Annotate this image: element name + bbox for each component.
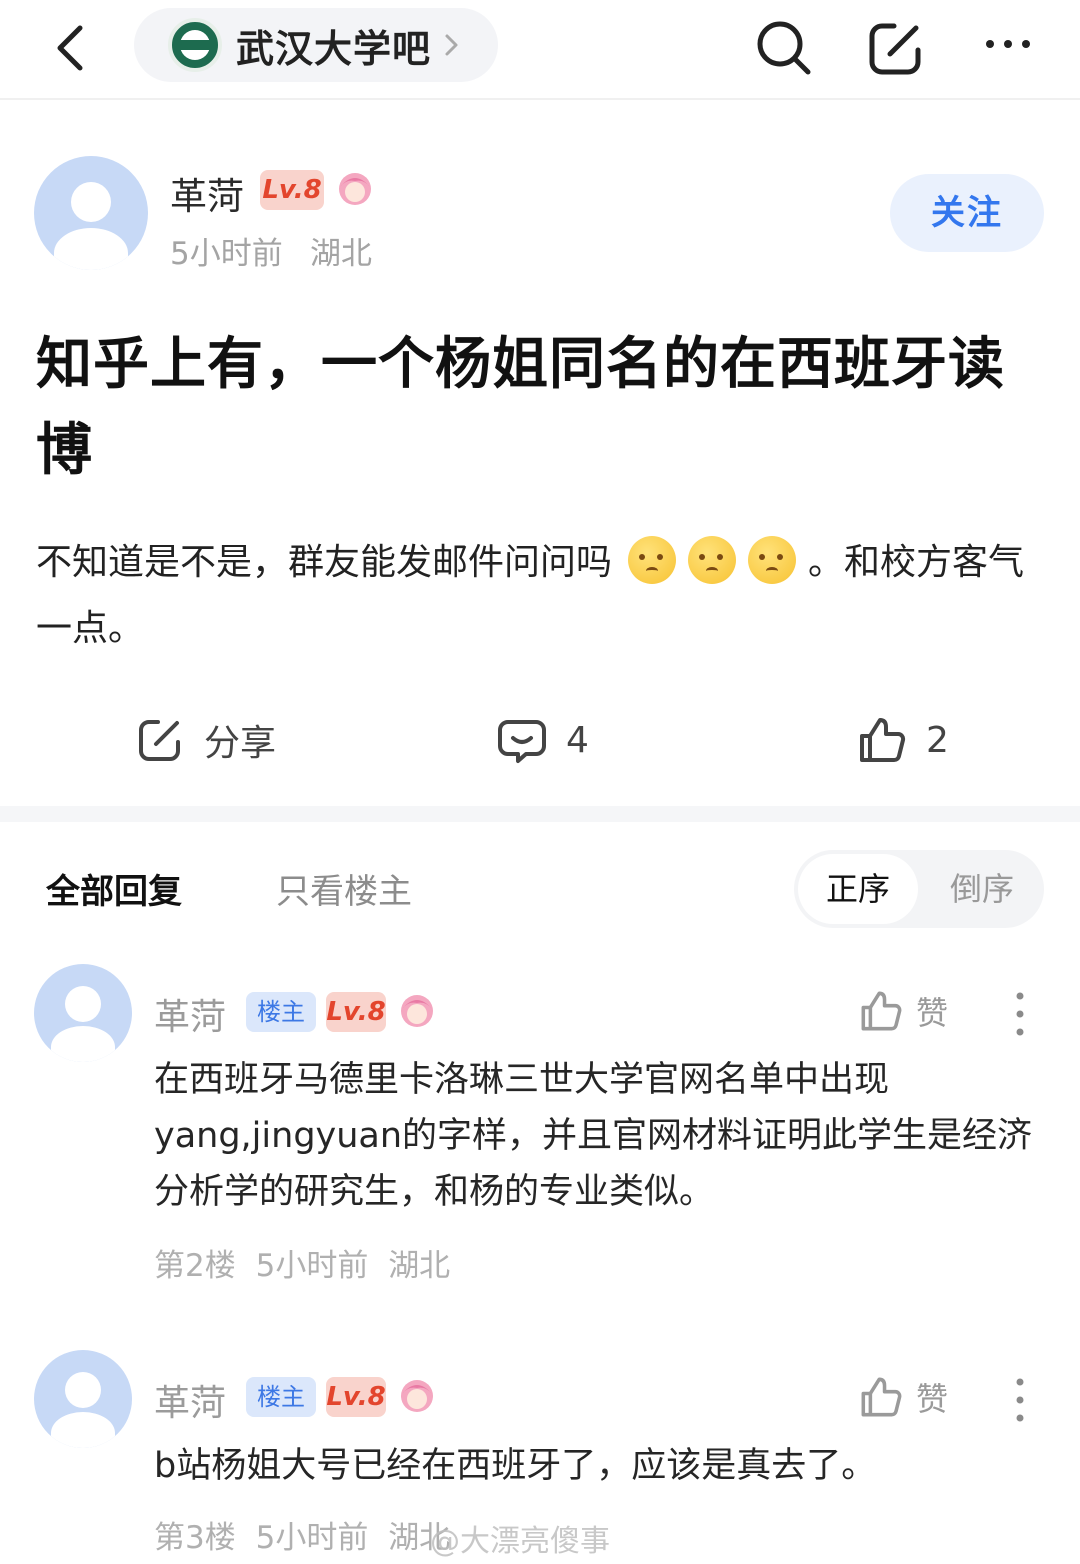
search-icon[interactable] — [752, 16, 816, 80]
reply-avatar[interactable] — [34, 1350, 132, 1448]
reply-time: 5小时前 — [255, 1248, 369, 1284]
sort-asc-button[interactable]: 正序 — [798, 854, 918, 924]
blush-emoji-icon — [688, 536, 737, 584]
reply-time: 5小时前 — [255, 1520, 369, 1556]
tab-op-only[interactable]: 只看楼主 — [276, 864, 412, 913]
post-location: 湖北 — [310, 236, 372, 272]
share-button[interactable]: 分享 — [134, 710, 276, 770]
compose-icon[interactable] — [864, 16, 928, 80]
level-badge: Lv.8 — [326, 1377, 386, 1417]
more-icon[interactable] — [976, 16, 1040, 80]
reply-floor: 第3楼 — [154, 1520, 236, 1556]
tab-all-replies[interactable]: 全部回复 — [46, 864, 182, 913]
reply-like-button[interactable]: 赞 — [858, 1374, 948, 1420]
reply-author-name[interactable]: 革菏 — [154, 988, 226, 1040]
post-time: 5小时前 — [170, 236, 283, 272]
watermark: @大漂亮傻事 — [430, 1524, 610, 1559]
section-divider — [0, 806, 1080, 822]
post-title: 知乎上有，一个杨姐同名的在西班牙读博 — [36, 332, 1005, 483]
comment-button[interactable]: 4 — [496, 710, 589, 770]
reply-text: 在西班牙马德里卡洛琳三世大学官网名单中出现yang,jingyuan的字样，并且… — [154, 1060, 1033, 1212]
sort-toggle: 正序 倒序 — [794, 850, 1044, 928]
forum-name: 武汉大学吧 — [236, 26, 432, 71]
reply-more-icon[interactable] — [1008, 1376, 1032, 1424]
reply-text: b站杨姐大号已经在西班牙了，应该是真去了。 — [154, 1446, 877, 1486]
chevron-right-icon — [445, 34, 458, 56]
thumbs-up-icon — [860, 718, 906, 762]
level-badge: Lv.8 — [260, 170, 324, 210]
reply-meta: 第2楼 5小时前 湖北 — [154, 1240, 450, 1285]
author-name[interactable]: 革菏 — [170, 166, 244, 220]
reply-meta: 第3楼 5小时前 湖北 — [154, 1512, 450, 1557]
host-badge: 楼主 — [246, 1377, 316, 1417]
share-icon — [139, 720, 180, 761]
blush-emoji-icon — [628, 536, 677, 584]
back-arrow-icon[interactable] — [48, 18, 98, 78]
forum-entry[interactable]: 武汉大学吧 — [134, 8, 498, 82]
blush-emoji-icon — [748, 536, 797, 584]
reply-author-name[interactable]: 革菏 — [154, 1374, 226, 1426]
post-body: 不知道是不是，群友能发邮件问问吗 。和校方客气一点。 — [36, 530, 1046, 662]
post-actions: 分享 4 2 — [0, 700, 1080, 780]
host-badge: 楼主 — [246, 992, 316, 1032]
forum-logo-icon — [168, 18, 222, 72]
reply-avatar[interactable] — [34, 964, 132, 1062]
sort-desc-button[interactable]: 倒序 — [924, 854, 1040, 924]
like-label: 赞 — [916, 994, 949, 1032]
thumbs-up-icon — [861, 991, 902, 1031]
post-body-text: 不知道是不是，群友能发邮件问问吗 — [36, 542, 613, 583]
like-label: 赞 — [916, 1380, 949, 1418]
reply-like-button[interactable]: 赞 — [858, 988, 948, 1034]
like-button[interactable]: 2 — [856, 710, 949, 770]
thumbs-up-icon — [861, 1377, 902, 1417]
reply-location: 湖北 — [388, 1248, 451, 1284]
top-bar: 武汉大学吧 — [0, 0, 1080, 100]
level-badge: Lv.8 — [326, 992, 386, 1032]
comment-count: 4 — [566, 719, 589, 761]
comment-icon — [498, 720, 546, 763]
author-avatar[interactable] — [34, 156, 148, 270]
avatar-badge-icon — [339, 173, 371, 205]
share-label: 分享 — [204, 723, 277, 764]
like-count: 2 — [926, 719, 949, 761]
follow-button[interactable]: 关注 — [890, 174, 1044, 252]
avatar-badge-icon — [401, 995, 433, 1027]
avatar-badge-icon — [401, 1380, 433, 1412]
reply-more-icon[interactable] — [1008, 990, 1032, 1038]
reply-floor: 第2楼 — [154, 1248, 236, 1284]
